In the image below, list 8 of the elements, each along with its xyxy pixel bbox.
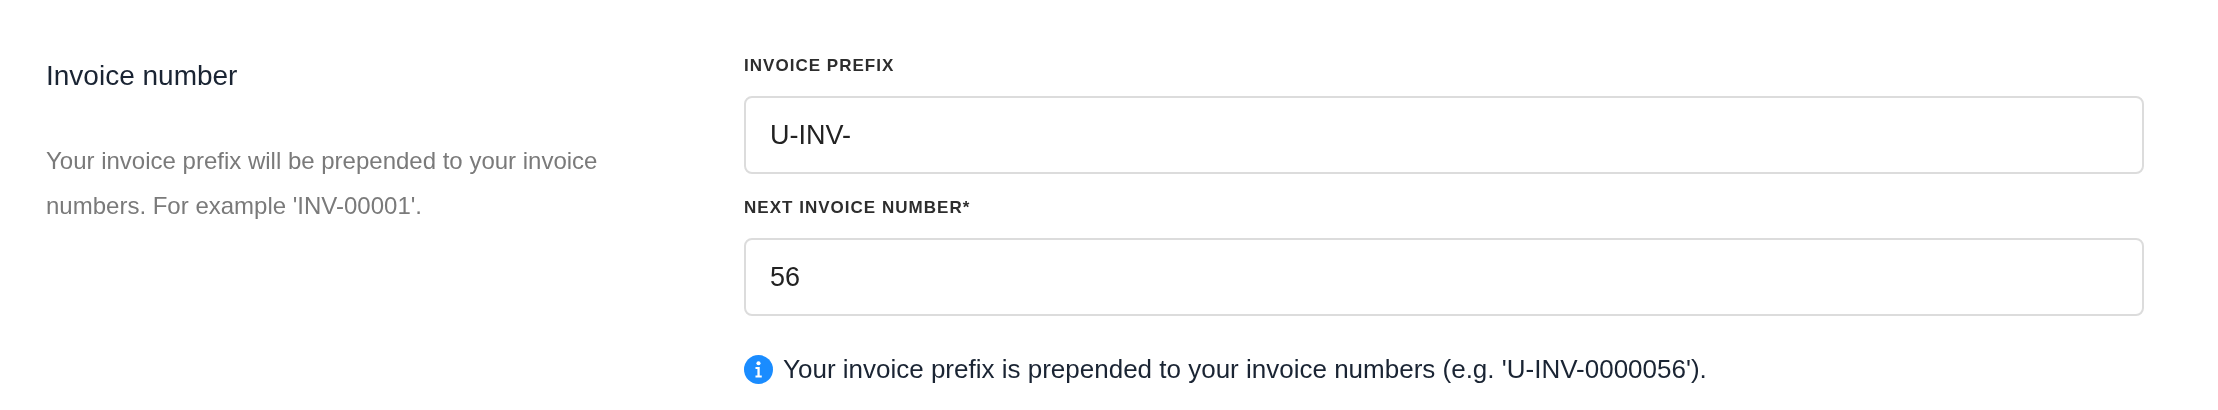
field-label: INVOICE PREFIX — [744, 56, 895, 76]
input-field[interactable]: 56 — [744, 238, 2144, 316]
info-icon — [744, 355, 773, 384]
input-field[interactable]: U-INV- — [744, 96, 2144, 174]
field-label: NEXT INVOICE NUMBER* — [744, 198, 971, 218]
help-text: Your invoice prefix is prepended to your invoice numbers (e.g. 'U-INV-0000056'). — [783, 353, 1707, 386]
section-description: Your invoice prefix will be prepended to your invoice numbers. For example 'INV-00001'. — [46, 146, 599, 221]
section-title: Invoice number — [46, 59, 238, 93]
